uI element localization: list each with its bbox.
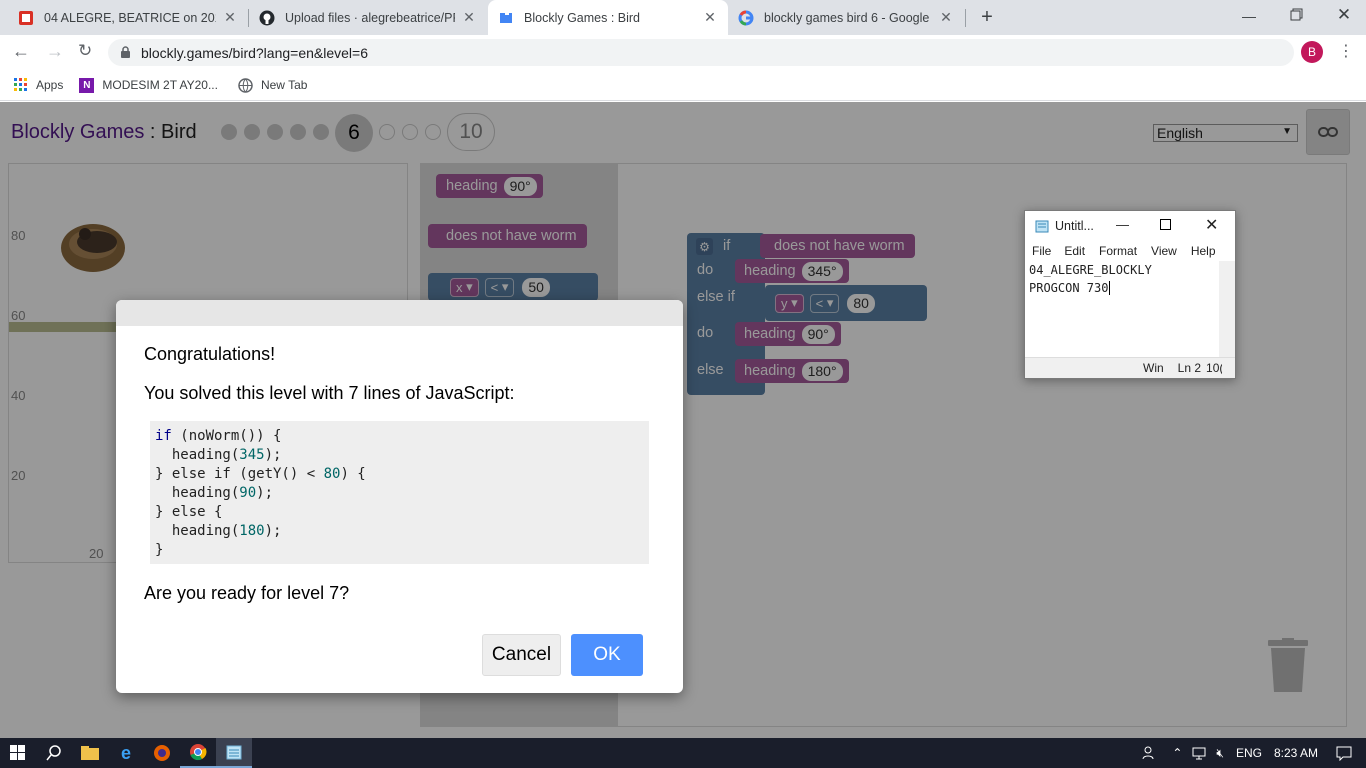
- tab-blockly-bird[interactable]: Blockly Games : Bird ✕: [488, 0, 728, 35]
- notepad-task-icon[interactable]: [216, 738, 252, 768]
- blockly-icon: [498, 10, 514, 26]
- text-line: PROGCON 730: [1029, 281, 1111, 295]
- close-window-icon[interactable]: ✕: [1334, 5, 1354, 25]
- tab-title: Blockly Games : Bird: [524, 10, 641, 25]
- menu-view[interactable]: View: [1151, 244, 1177, 258]
- code-line: heading(345);: [155, 447, 282, 463]
- congrats-heading: Congratulations!: [144, 344, 276, 364]
- menu-file[interactable]: File: [1032, 244, 1051, 258]
- bookmark-modesim[interactable]: N MODESIM 2T AY20...: [79, 77, 218, 93]
- code-block: if (noWorm()) { heading(345); } else if (…: [150, 421, 649, 564]
- windows-taskbar: e ⌃ 🔇︎ ENG 8:23 AM: [0, 738, 1366, 768]
- address-bar[interactable]: blockly.games/bird?lang=en&level=6: [108, 39, 1294, 66]
- menu-help[interactable]: Help: [1191, 244, 1216, 258]
- file-explorer-icon[interactable]: [72, 738, 108, 768]
- onenote-icon: N: [79, 77, 95, 93]
- close-tab-icon[interactable]: ✕: [222, 9, 238, 26]
- cancel-button[interactable]: Cancel: [482, 634, 561, 676]
- minimize-icon[interactable]: —: [1238, 8, 1260, 24]
- status-encoding: Win: [1143, 361, 1164, 375]
- url-text: blockly.games/bird?lang=en&level=6: [141, 44, 368, 61]
- back-icon[interactable]: ←: [12, 41, 30, 62]
- tab-classroom[interactable]: 04 ALEGRE, BEATRICE on 2019T2 ✕: [8, 0, 248, 35]
- firefox-icon[interactable]: [144, 738, 180, 768]
- globe-icon: [238, 77, 253, 93]
- notepad-text-area[interactable]: 04_ALEGRE_BLOCKLY PROGCON 730: [1025, 261, 1219, 357]
- reload-icon[interactable]: ↻: [78, 41, 92, 61]
- tab-title: blockly games bird 6 - Google Se: [764, 10, 932, 25]
- ready-text: Are you ready for level 7?: [144, 583, 350, 603]
- bookmark-apps[interactable]: Apps: [14, 78, 63, 92]
- search-icon[interactable]: [36, 738, 72, 768]
- ok-button[interactable]: OK: [571, 634, 643, 676]
- notepad-window: Untitl... — ✕ File Edit Format View Help…: [1024, 210, 1236, 379]
- vertical-scrollbar[interactable]: [1219, 261, 1235, 357]
- tab-github[interactable]: Upload files · alegrebeatrice/PRO ✕: [249, 0, 487, 35]
- input-language[interactable]: ENG: [1236, 746, 1262, 760]
- bookmark-new-tab[interactable]: New Tab: [238, 77, 308, 93]
- lock-icon: [120, 46, 131, 59]
- notifications-icon[interactable]: [1336, 745, 1352, 761]
- text-line: 04_ALEGRE_BLOCKLY: [1029, 263, 1152, 277]
- tab-google-search[interactable]: blockly games bird 6 - Google Se ✕: [728, 0, 964, 35]
- code-line: heading(90);: [155, 485, 274, 501]
- minimize-icon[interactable]: —: [1116, 217, 1129, 232]
- chevron-up-icon[interactable]: ⌃: [1172, 746, 1182, 760]
- menu-format[interactable]: Format: [1099, 244, 1137, 258]
- close-tab-icon[interactable]: ✕: [702, 9, 718, 26]
- google-icon: [738, 10, 754, 26]
- status-line: Ln 2: [1177, 361, 1202, 375]
- restore-icon[interactable]: [1288, 7, 1306, 21]
- profile-avatar[interactable]: B: [1301, 41, 1323, 63]
- bookmarks-bar: Apps N MODESIM 2T AY20... New Tab: [0, 70, 1366, 101]
- tab-strip: 04 ALEGRE, BEATRICE on 2019T2 ✕ Upload f…: [0, 0, 1366, 35]
- solved-text: You solved this level with 7 lines of Ja…: [144, 383, 515, 403]
- notepad-menubar: File Edit Format View Help: [1025, 241, 1235, 261]
- notepad-icon: [1035, 219, 1049, 233]
- tab-title: 04 ALEGRE, BEATRICE on 2019T2: [44, 10, 216, 25]
- code-line: } else if (getY() < 80) {: [155, 466, 366, 482]
- status-zoom: 10(: [1206, 361, 1223, 375]
- apps-grid-icon: [14, 78, 28, 92]
- volume-muted-icon[interactable]: 🔇︎: [1216, 746, 1224, 761]
- notepad-titlebar[interactable]: Untitl... — ✕: [1025, 211, 1235, 241]
- code-line: } else {: [155, 504, 223, 520]
- menu-edit[interactable]: Edit: [1064, 244, 1085, 258]
- maximize-icon[interactable]: [1160, 219, 1171, 230]
- bookmark-label: New Tab: [260, 78, 308, 92]
- windows-start-icon[interactable]: [0, 738, 36, 768]
- code-line: if (noWorm()) {: [155, 428, 282, 444]
- classroom-icon: [18, 10, 34, 26]
- close-tab-icon[interactable]: ✕: [461, 9, 477, 26]
- chrome-icon[interactable]: [180, 738, 216, 768]
- new-tab-button[interactable]: +: [976, 6, 998, 28]
- success-dialog: Congratulations! You solved this level w…: [116, 300, 683, 693]
- menu-dots-icon[interactable]: ⋮: [1338, 41, 1354, 61]
- forward-icon[interactable]: →: [46, 41, 64, 62]
- bookmark-label: MODESIM 2T AY20...: [102, 78, 218, 92]
- close-icon[interactable]: ✕: [1205, 215, 1218, 235]
- notepad-title: Untitl...: [1055, 219, 1094, 233]
- bookmark-label: Apps: [36, 78, 64, 92]
- github-icon: [259, 10, 275, 26]
- code-line: heading(180);: [155, 523, 282, 539]
- people-icon[interactable]: [1142, 745, 1158, 761]
- edge-icon[interactable]: e: [108, 738, 144, 768]
- clock[interactable]: 8:23 AM: [1274, 746, 1318, 760]
- notepad-statusbar: Win Ln 2 10(: [1025, 357, 1235, 378]
- dialog-header[interactable]: [116, 300, 683, 326]
- network-icon[interactable]: [1192, 746, 1208, 760]
- close-tab-icon[interactable]: ✕: [938, 9, 954, 26]
- code-line: }: [155, 542, 164, 558]
- tab-title: Upload files · alegrebeatrice/PRO: [285, 10, 455, 25]
